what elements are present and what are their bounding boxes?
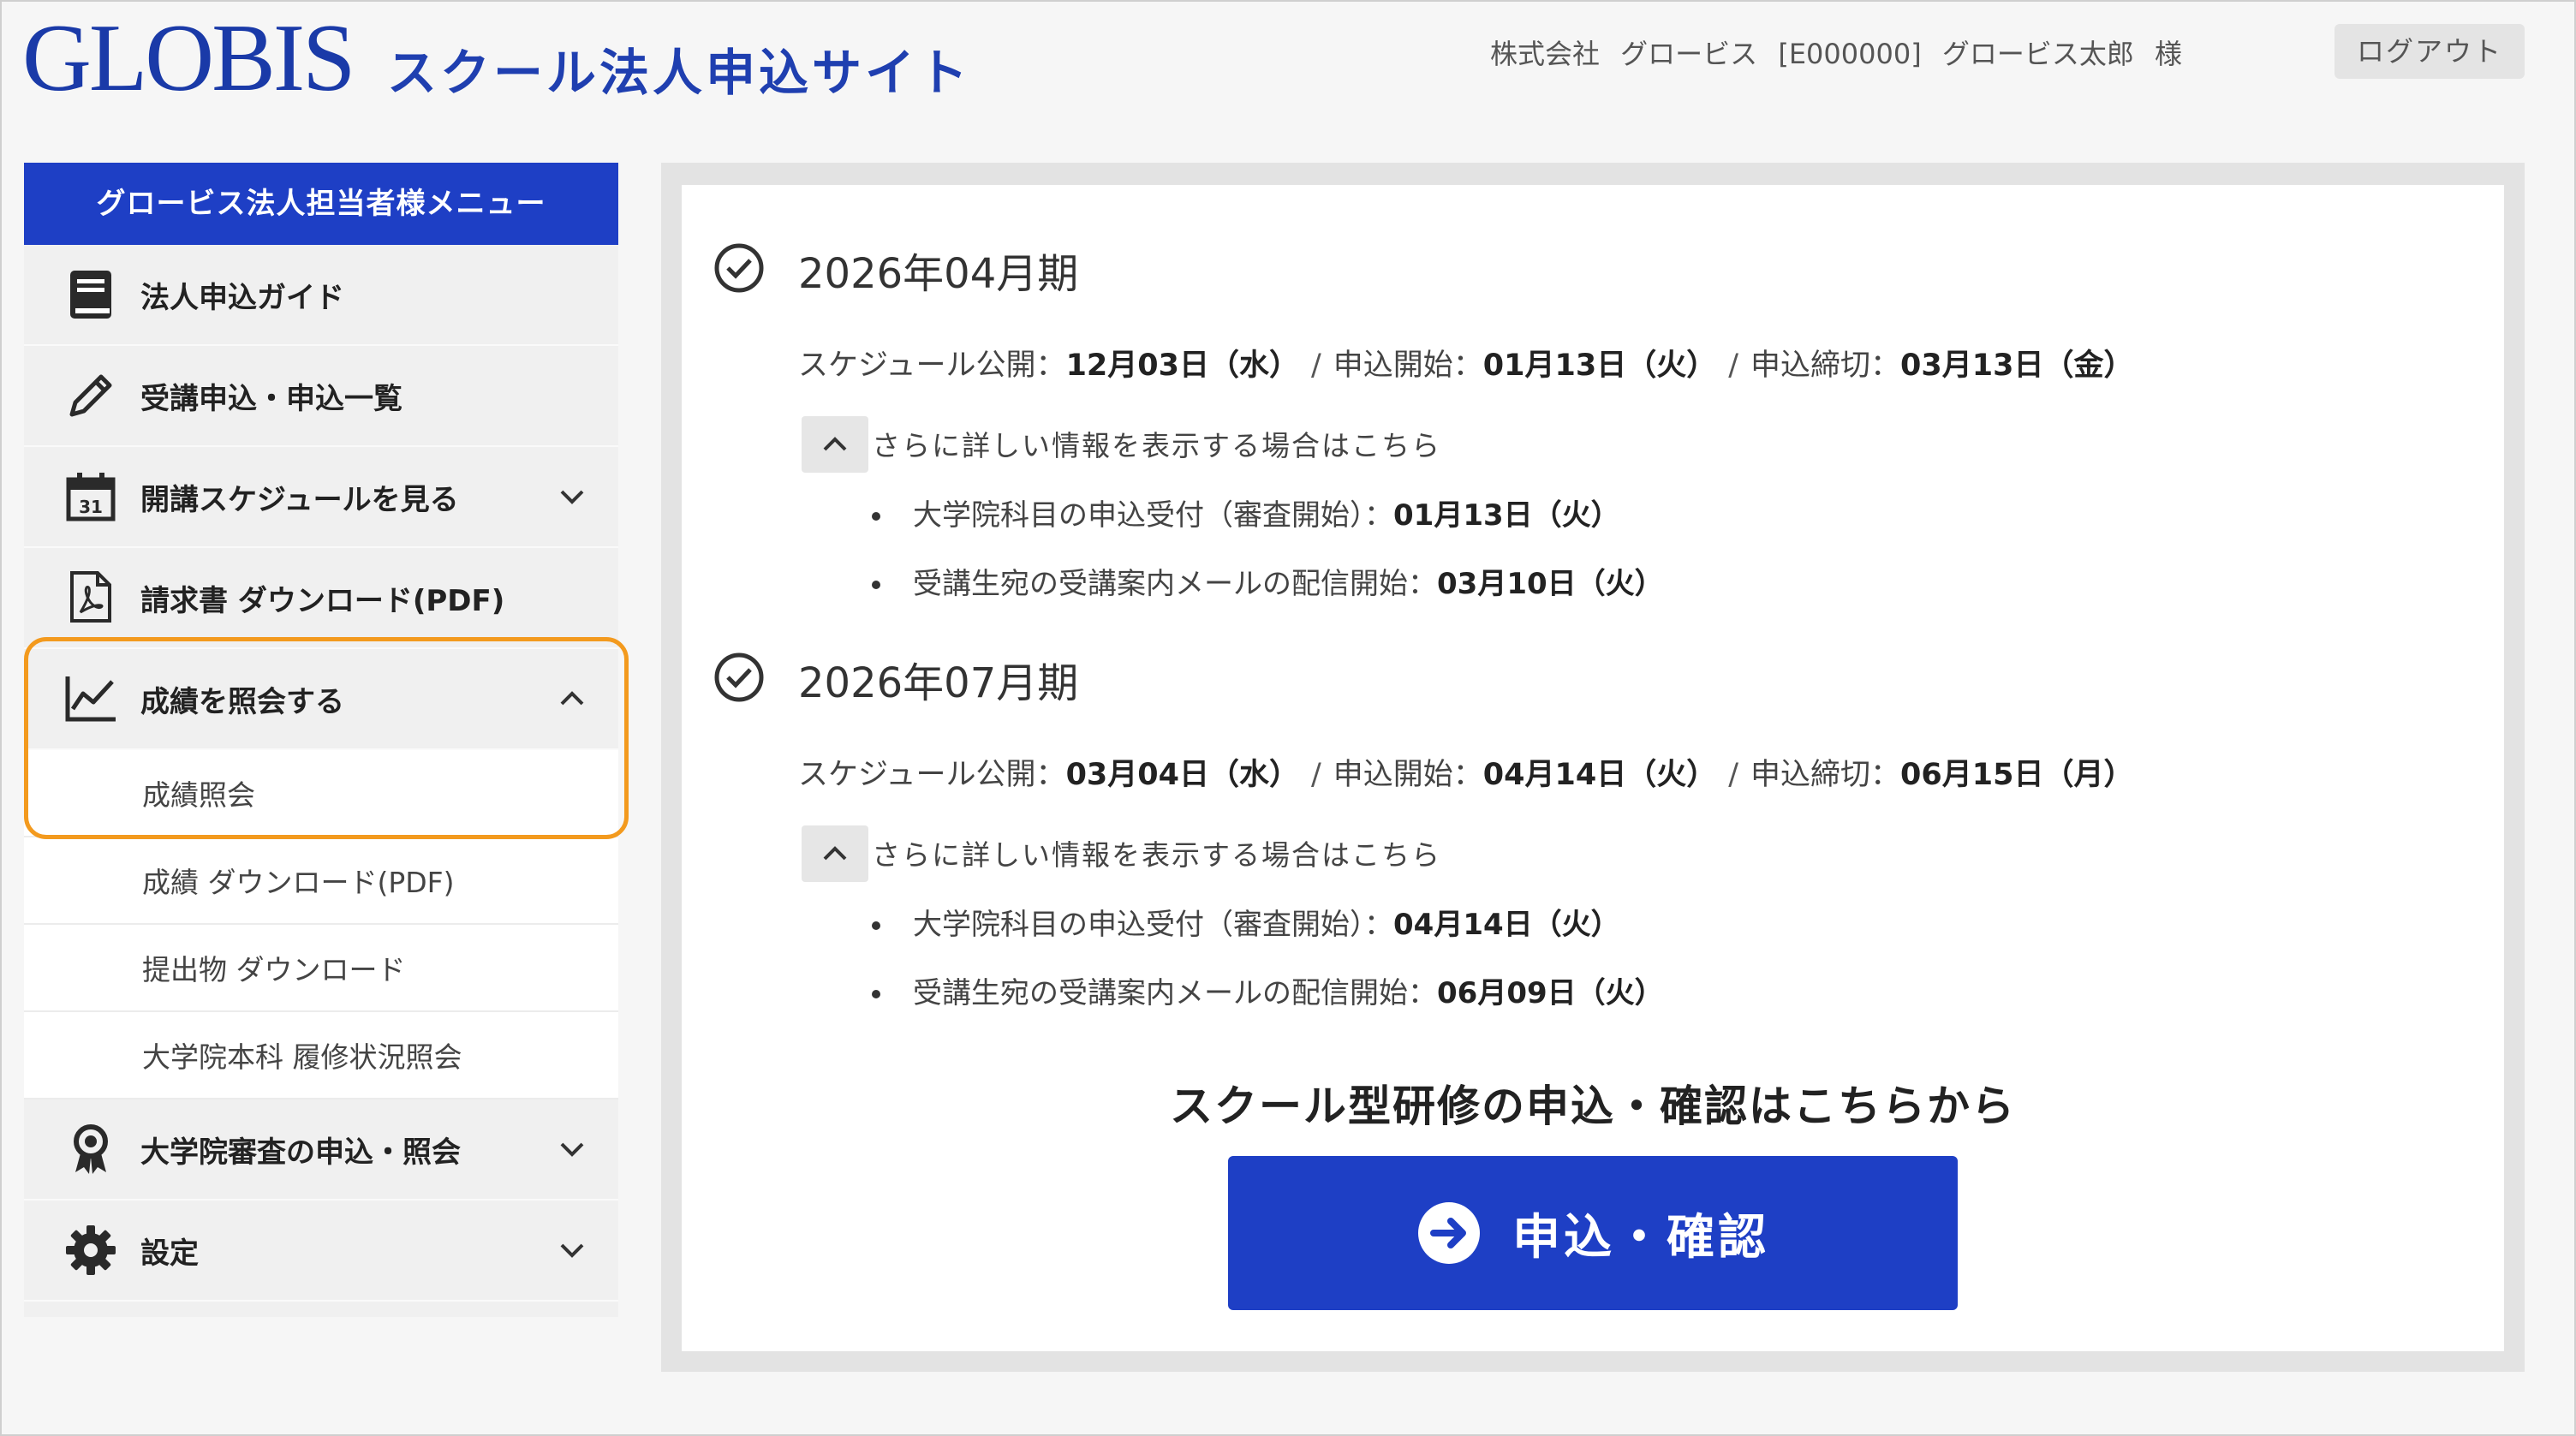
sidebar-item-settings[interactable]: 設定: [24, 1201, 618, 1302]
apply-start-value: 04月14日（火）: [1482, 758, 1717, 792]
subitem-grade-download[interactable]: 成績 ダウンロード(PDF): [24, 837, 618, 925]
more-info-link[interactable]: さらに詳しい情報を表示する場合はこちら: [872, 423, 1441, 464]
schedule-line: スケジュール公開：12月03日（水） / 申込開始：01月13日（火） / 申込締切：0…: [798, 341, 2133, 384]
gear-icon: [63, 1223, 118, 1278]
detail-label: 受講生宛の受講案内メールの配信開始：: [913, 567, 1437, 601]
list-item: 受講生宛の受講案内メールの配信開始：03月10日（火）: [872, 558, 1664, 627]
award-icon: [63, 1122, 118, 1177]
sidebar-item-guide[interactable]: 法人申込ガイド: [24, 245, 618, 346]
sidebar-item-graduate-review[interactable]: 大学院審査の申込・照会: [24, 1099, 618, 1201]
detail-value: 01月13日（火）: [1393, 498, 1620, 533]
apply-confirm-button[interactable]: 申込・確認: [1228, 1156, 1958, 1310]
schedule-line: スケジュール公開：03月04日（水） / 申込開始：04月14日（火） / 申込締切：0…: [798, 750, 2133, 794]
apply-end-label: 申込締切：: [1750, 758, 1901, 792]
globis-logo[interactable]: GLOBIS: [22, 10, 355, 106]
sidebar-item-label: 請求書 ダウンロード(PDF): [140, 583, 505, 618]
chevron-down-icon[interactable]: [557, 1235, 587, 1266]
term-title: 2026年07月期: [798, 659, 1079, 707]
details-list: 大学院科目の申込受付（審査開始）：04月14日（火） 受講生宛の受講案内メールの…: [872, 899, 1664, 1036]
term-title: 2026年04月期: [798, 250, 1079, 298]
list-item: 受講生宛の受講案内メールの配信開始：06月09日（火）: [872, 968, 1664, 1036]
publish-label: スケジュール公開：: [798, 758, 1066, 792]
publish-label: スケジュール公開：: [798, 349, 1066, 383]
separator: /: [1310, 349, 1321, 383]
chevron-up-icon: [823, 437, 847, 451]
chevron-down-icon[interactable]: [557, 1134, 587, 1165]
detail-value: 03月10日（火）: [1437, 567, 1664, 601]
sidebar-item-applications[interactable]: 受講申込・申込一覧: [24, 346, 618, 447]
apply-end-label: 申込締切：: [1750, 349, 1901, 383]
pencil-icon: [63, 368, 118, 423]
publish-value: 12月03日（水）: [1065, 349, 1299, 383]
sidebar-item-schedule[interactable]: 31 開講スケジュールを見る: [24, 447, 618, 548]
sidebar-item-label: 設定: [140, 1236, 199, 1271]
main-panel: 2026年04月期 スケジュール公開：12月03日（水） / 申込開始：01月13日…: [661, 163, 2525, 1372]
calendar-day-text: 31: [79, 497, 103, 517]
check-circle-icon: [714, 243, 764, 293]
subitem-submission-download[interactable]: 提出物 ダウンロード: [24, 925, 618, 1012]
logout-button[interactable]: ログアウト: [2334, 24, 2525, 79]
publish-value: 03月04日（水）: [1065, 758, 1299, 792]
pdf-file-icon: [63, 570, 118, 625]
detail-value: 06月09日（火）: [1437, 976, 1664, 1010]
sidebar-item-label: 受講申込・申込一覧: [140, 381, 402, 416]
chevron-down-icon[interactable]: [557, 481, 587, 512]
sidebar-title: グロービス法人担当者様メニュー: [24, 163, 618, 245]
arrow-right-circle-icon: [1418, 1202, 1480, 1264]
list-item: 大学院科目の申込受付（審査開始）：01月13日（火）: [872, 490, 1664, 558]
subitem-graduate-status[interactable]: 大学院本科 履修状況照会: [24, 1012, 618, 1099]
separator: /: [1728, 758, 1739, 792]
details-toggle-button[interactable]: [802, 825, 868, 882]
apply-end-value: 03月13日（金）: [1900, 349, 2134, 383]
main-content: 2026年04月期 スケジュール公開：12月03日（水） / 申込開始：01月13日…: [682, 185, 2504, 1351]
sidebar-item-label: 大学院審査の申込・照会: [140, 1135, 461, 1170]
more-info-link[interactable]: さらに詳しい情報を表示する場合はこちら: [872, 832, 1441, 873]
sidebar-item-invoice[interactable]: 請求書 ダウンロード(PDF): [24, 548, 618, 649]
separator: /: [1728, 349, 1739, 383]
highlight-outline: [24, 637, 629, 839]
chevron-up-icon: [823, 846, 847, 861]
check-circle-icon: [714, 652, 764, 702]
details-toggle-button[interactable]: [802, 416, 868, 473]
apply-start-label: 申込開始：: [1333, 349, 1483, 383]
apply-start-value: 01月13日（火）: [1482, 349, 1717, 383]
detail-label: 受講生宛の受講案内メールの配信開始：: [913, 976, 1437, 1010]
detail-value: 04月14日（火）: [1393, 908, 1620, 942]
apply-end-value: 06月15日（月）: [1900, 758, 2134, 792]
detail-label: 大学院科目の申込受付（審査開始）：: [913, 498, 1393, 533]
cta-heading: スクール型研修の申込・確認はこちらから: [1170, 1081, 2016, 1131]
sidebar-item-label: 法人申込ガイド: [140, 280, 344, 315]
detail-label: 大学院科目の申込受付（審査開始）：: [913, 908, 1393, 942]
list-item: 大学院科目の申込受付（審査開始）：04月14日（火）: [872, 899, 1664, 968]
apply-confirm-label: 申込・確認: [1512, 1209, 1769, 1266]
site-title: スクール法人申込サイト: [387, 44, 972, 102]
book-icon: [63, 267, 118, 322]
apply-start-label: 申込開始：: [1333, 758, 1483, 792]
user-info: 株式会社 グロービス [E000000] グロービス太郎 様: [1490, 38, 2183, 70]
separator: /: [1310, 758, 1321, 792]
details-list: 大学院科目の申込受付（審査開始）：01月13日（火） 受講生宛の受講案内メールの…: [872, 490, 1664, 627]
calendar-icon: 31: [63, 469, 118, 524]
sidebar-item-label: 開講スケジュールを見る: [140, 482, 459, 517]
